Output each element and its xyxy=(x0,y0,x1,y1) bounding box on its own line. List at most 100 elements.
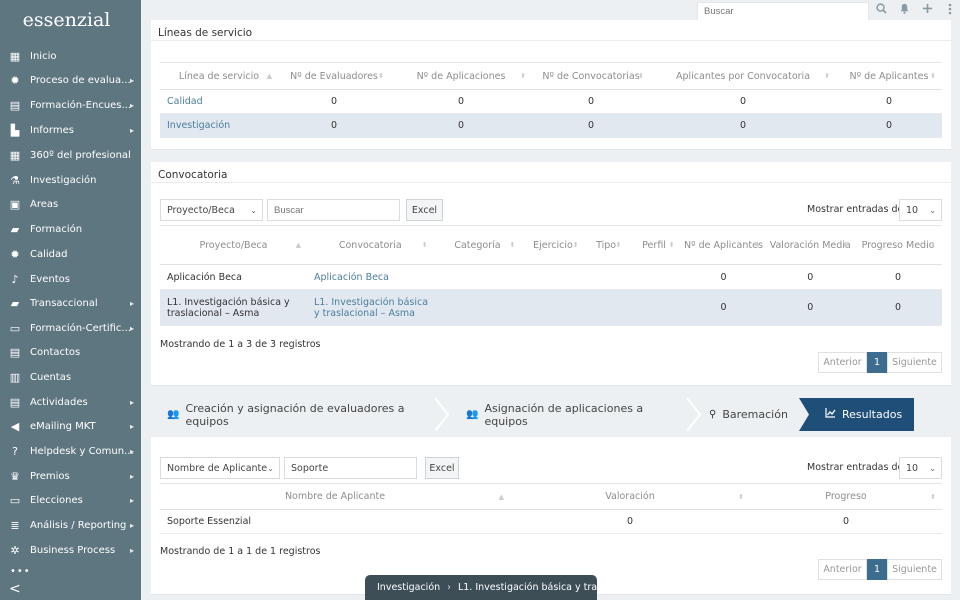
sidebar-item-label: Formación-Certific... xyxy=(30,322,131,334)
page-1-button[interactable]: 1 xyxy=(867,352,887,373)
step-separator xyxy=(435,398,449,431)
sidebar-item-6[interactable]: ▣ Áreas xyxy=(0,193,141,215)
plus-icon[interactable] xyxy=(920,3,934,17)
column-header[interactable]: Valoración ⬍ xyxy=(510,484,750,510)
sidebar-item-11[interactable]: ▭ Formación-Certific... ▸ xyxy=(0,317,141,339)
collapse-sidebar-icon[interactable]: < xyxy=(9,581,21,597)
column-header-label: Línea de servicio xyxy=(178,70,260,82)
table-row[interactable]: L1. Investigación básica y traslacional … xyxy=(160,289,942,326)
wizard-tab-label: Resultados xyxy=(842,408,903,421)
wizard-tab-asignacion[interactable]: 👥 Asignación de aplicaciones a equipos xyxy=(448,398,688,431)
convocatoria-table: Proyecto/Beca ▲ Convocatoria ⬍ Categoría ⬍ Eje… xyxy=(160,225,942,326)
column-header[interactable]: Proyecto/Beca ▲ xyxy=(160,226,307,265)
table-row[interactable]: Aplicación Beca Aplicación Beca 0 0 0 xyxy=(160,265,942,290)
table-cell: 0 xyxy=(739,96,747,107)
sidebar-item-18[interactable]: ▭ Elecciones ▸ xyxy=(0,489,141,511)
lineas-title: Líneas de servicio xyxy=(158,27,253,39)
aplicante-search-input[interactable]: Soporte xyxy=(284,457,417,479)
sidebar-item-label: Proceso de evalua... xyxy=(30,74,131,86)
global-search-input[interactable] xyxy=(697,2,869,21)
more-icon[interactable]: ••• xyxy=(10,566,31,577)
column-header-label: Progreso xyxy=(825,491,867,502)
column-header[interactable]: Nº de Aplicantes ⬍ xyxy=(836,63,942,90)
column-header[interactable]: Progreso ⬍ xyxy=(750,484,942,510)
column-header[interactable]: Tipo ⬍ xyxy=(585,226,628,265)
table-cell: 0 xyxy=(739,120,747,131)
proyecto-filter-select[interactable]: Proyecto/Beca ⌄ xyxy=(160,199,263,221)
bell-icon[interactable] xyxy=(897,3,911,17)
convocatoria-search-input[interactable] xyxy=(267,199,400,221)
table-cell[interactable]: Aplicación Beca xyxy=(307,265,434,290)
sidebar-item-10[interactable]: ▰ Transaccional ▸ xyxy=(0,292,141,314)
breadcrumb-item[interactable]: Investigación xyxy=(377,582,440,593)
sidebar-item-1[interactable]: ✹ Proceso de evalua... ▸ xyxy=(0,69,141,91)
sidebar-item-15[interactable]: ◀ eMailing MKT ▸ xyxy=(0,415,141,437)
sidebar-item-16[interactable]: ? Helpdesk y Comun... ▸ xyxy=(0,440,141,462)
sidebar-item-5[interactable]: ⚗ Investigación xyxy=(0,169,141,191)
more-vertical-icon[interactable] xyxy=(943,3,957,18)
sort-icon: ⬍ xyxy=(754,241,761,249)
column-header[interactable]: Categoría ⬍ xyxy=(434,226,522,265)
aplicante-filter-select[interactable]: Nombre de Aplicante ⌄ xyxy=(160,457,280,479)
sidebar-item-label: Calidad xyxy=(30,248,68,260)
cogs-icon: ✲ xyxy=(10,543,20,557)
sidebar-item-14[interactable]: ▤ Actividades ▸ xyxy=(0,391,141,413)
wizard-tab-baremacion[interactable]: ⚲ Baremación xyxy=(699,398,809,431)
next-page-button[interactable]: Siguiente xyxy=(887,559,942,580)
breadcrumb-separator: › xyxy=(447,582,451,593)
table-cell[interactable]: Calidad xyxy=(160,90,278,114)
column-header[interactable]: Progreso Medio ⬍ xyxy=(854,226,942,265)
table-cell xyxy=(521,265,584,290)
sidebar-item-19[interactable]: ≣ Análisis / Reporting ▸ xyxy=(0,514,141,536)
prev-page-button[interactable]: Anterior xyxy=(818,559,867,580)
chevron-right-icon: ▸ xyxy=(129,298,134,308)
column-header[interactable]: Valoración Media ⬍ xyxy=(766,226,854,265)
column-header[interactable]: Nombre de Aplicante ▲ xyxy=(160,484,510,510)
column-header[interactable]: Nº de Convocatorias ⬍ xyxy=(532,63,650,90)
table-cell[interactable]: L1. Investigación básica y traslacional … xyxy=(307,290,434,326)
column-header[interactable]: Nº de Aplicantes ⬍ xyxy=(681,226,767,265)
excel-button[interactable]: Excel xyxy=(425,457,459,479)
entries-select[interactable]: 10 ⌄ xyxy=(899,199,942,221)
sidebar-item-20[interactable]: ✲ Business Process ▸ xyxy=(0,539,141,561)
column-header[interactable]: Perfil ⬍ xyxy=(628,226,681,265)
chevron-right-icon: ▸ xyxy=(129,520,134,530)
sidebar-item-0[interactable]: ▦ Inicio xyxy=(0,45,141,67)
sidebar-item-7[interactable]: ▰ Formación xyxy=(0,218,141,240)
search-icon[interactable] xyxy=(874,3,888,17)
sidebar-item-2[interactable]: ▤ Formación-Encues... ▸ xyxy=(0,94,141,116)
graduation-cap-icon: ▰ xyxy=(10,222,20,236)
prev-page-button[interactable]: Anterior xyxy=(818,352,867,373)
sidebar-item-label: Formación-Encues... xyxy=(30,99,132,111)
column-header[interactable]: Nº de Evaluadores ⬍ xyxy=(278,63,390,90)
sidebar-item-12[interactable]: ▤ Contactos xyxy=(0,341,141,363)
table-row[interactable]: Soporte Essenzial 0 0 xyxy=(160,510,942,534)
table-cell: 0 xyxy=(720,302,727,313)
sidebar-item-3[interactable]: ▙ Informes ▸ xyxy=(0,119,141,141)
page-1-button[interactable]: 1 xyxy=(867,559,887,580)
breadcrumb-item[interactable]: L1. Investigación básica y tra... xyxy=(458,582,597,593)
wizard-tab-resultados[interactable]: Resultados xyxy=(799,398,914,431)
chevron-down-icon: ⌄ xyxy=(267,463,274,473)
column-header[interactable]: Ejercicio ⬍ xyxy=(521,226,584,265)
entries-select[interactable]: 10 ⌄ xyxy=(899,457,942,479)
chevron-right-icon: ▸ xyxy=(129,125,134,135)
column-header[interactable]: Nº de Aplicaciones ⬍ xyxy=(390,63,532,90)
sidebar-item-13[interactable]: ▥ Cuentas xyxy=(0,366,141,388)
sidebar-item-4[interactable]: ▦ 360º del profesional xyxy=(0,144,141,166)
sidebar-item-9[interactable]: ♪ Eventos xyxy=(0,268,141,290)
image-icon: ▣ xyxy=(9,197,21,211)
table-row[interactable]: Investigación 0 0 0 0 0 xyxy=(160,113,942,138)
column-header[interactable]: Aplicantes por Convocatoria ⬍ xyxy=(650,63,836,90)
wizard-tab-creacion[interactable]: 👥 Creación y asignación de evaluadores a… xyxy=(151,398,435,431)
column-header[interactable]: Línea de servicio ▲ xyxy=(160,63,278,90)
users-icon: 👥 xyxy=(167,409,180,420)
table-row[interactable]: Calidad 0 0 0 0 0 xyxy=(160,90,942,114)
app-logo[interactable]: essenzial xyxy=(0,0,141,40)
excel-button[interactable]: Excel xyxy=(406,199,443,221)
column-header[interactable]: Convocatoria ⬍ xyxy=(307,226,434,265)
table-cell[interactable]: Investigación xyxy=(160,114,278,138)
sidebar-item-8[interactable]: ✹ Calidad xyxy=(0,243,141,265)
sidebar-item-17[interactable]: ♛ Premios ▸ xyxy=(0,465,141,487)
next-page-button[interactable]: Siguiente xyxy=(887,352,942,373)
